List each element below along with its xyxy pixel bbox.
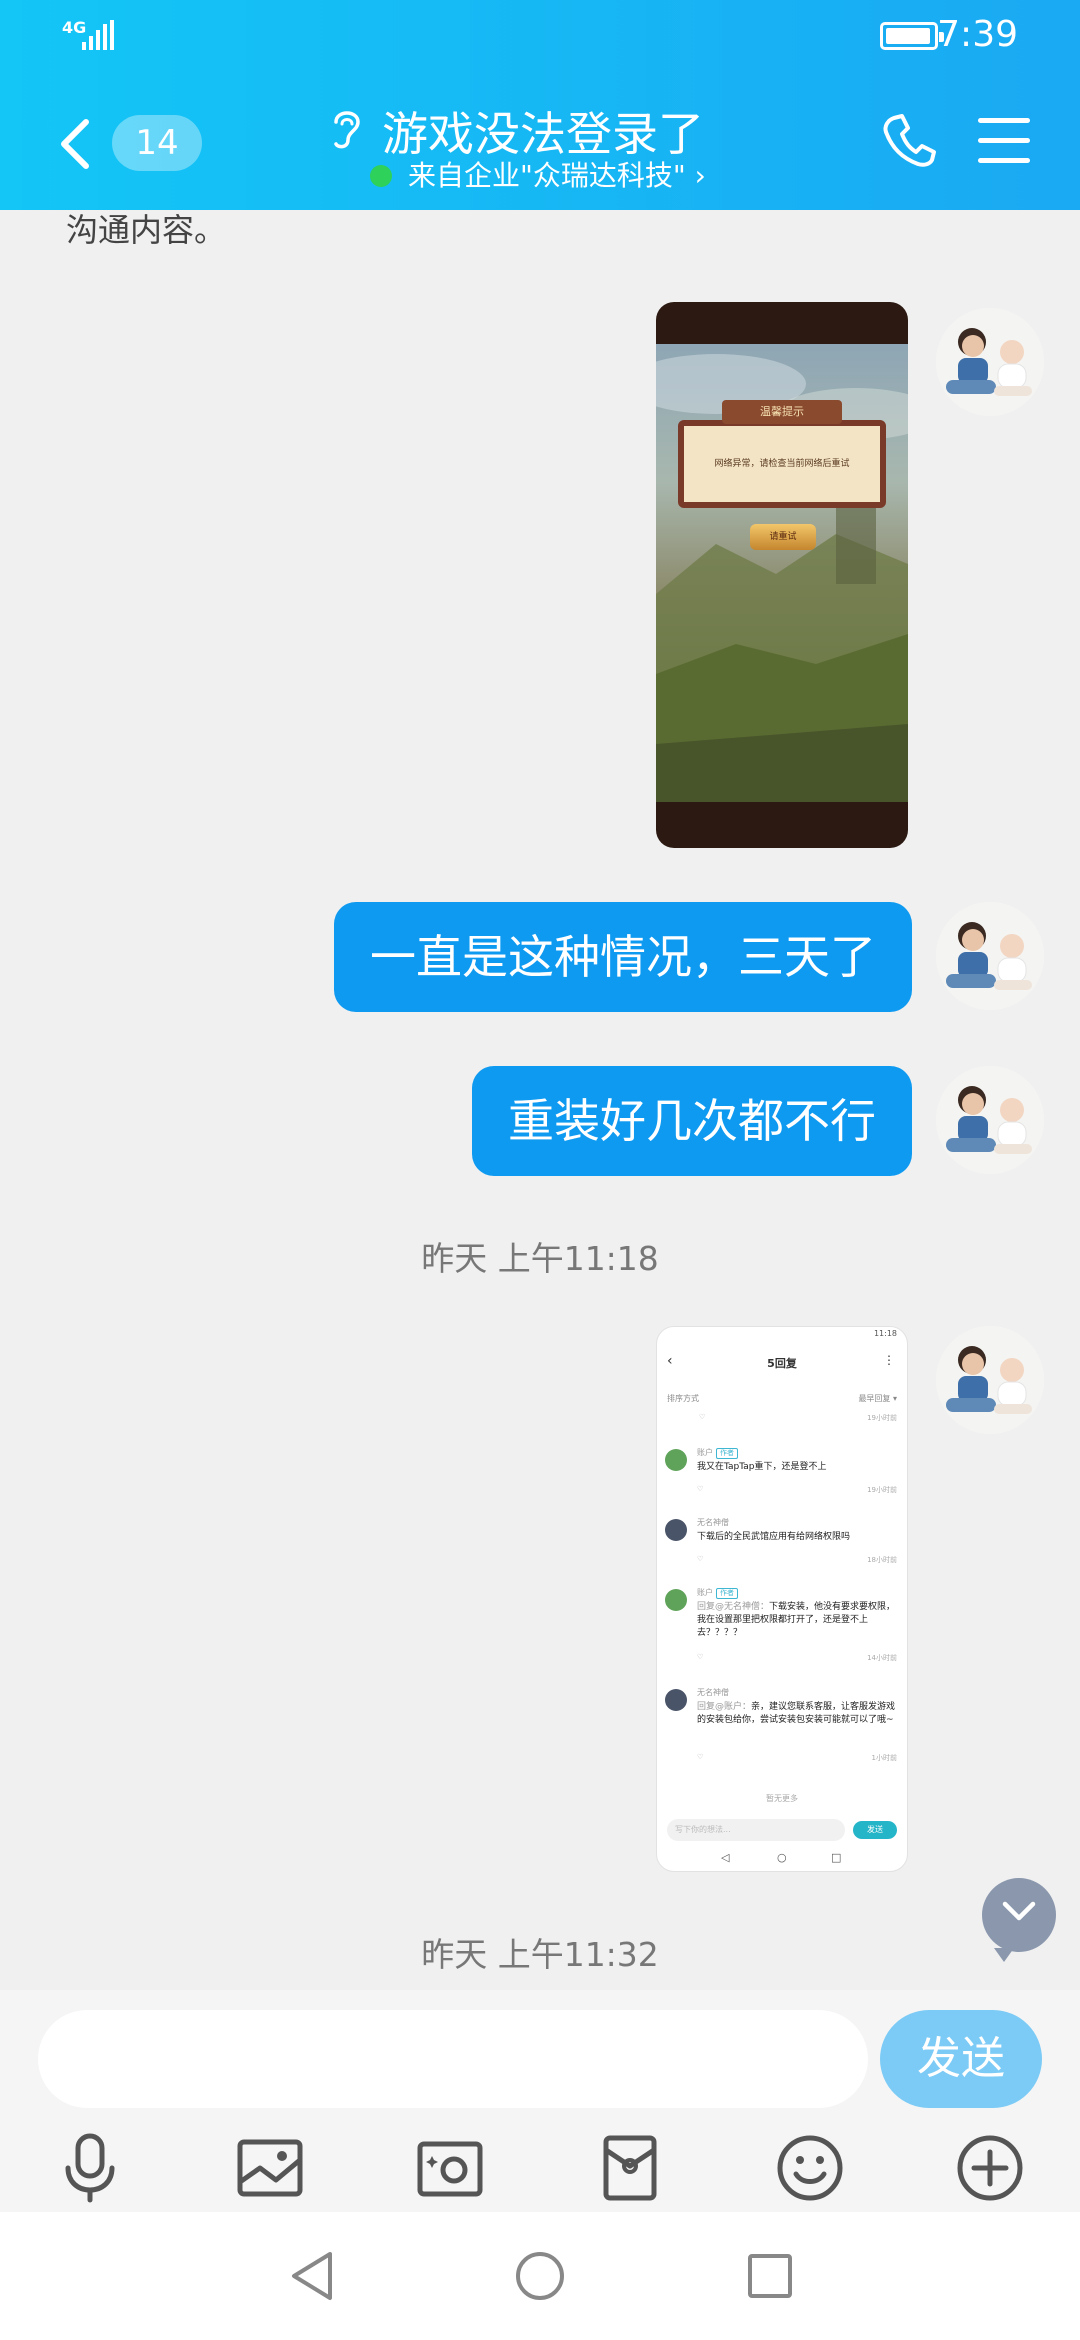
forum-comment: 账户 作者 回复@无名神僧：下载安装，他没有要求要权限，我在设置那里把权限都打开了…	[665, 1587, 897, 1679]
camera-icon[interactable]	[412, 2130, 488, 2206]
chat-header: 4G 7:39 14 游戏没法登录了 来自企业"众瑞达科技" ›	[0, 0, 1080, 210]
forum-meta-row: ♡ 1小时前	[697, 1753, 897, 1762]
avatar-photo	[936, 308, 1044, 416]
game-dialog-box: 网络异常，请检查当前网络后重试	[678, 420, 886, 508]
back-icon[interactable]	[58, 118, 92, 170]
forum-home-nav-icon: ○	[777, 1851, 787, 1864]
forum-comment-author: 无名神僧	[697, 1688, 729, 1697]
chat-subtitle[interactable]: 来自企业"众瑞达科技" ›	[370, 154, 706, 194]
forum-sort-label: 排序方式	[667, 1394, 699, 1403]
forum-like-icon: ♡	[699, 1413, 706, 1421]
avatar[interactable]	[936, 1326, 1044, 1434]
message-bubble[interactable]: 一直是这种情况，三天了	[334, 902, 912, 1012]
forum-sort-row: 排序方式 最早回复 ▾	[667, 1393, 897, 1404]
forum-recent-nav-icon: □	[831, 1851, 842, 1864]
message-timestamp: 昨天 上午11:32	[421, 1935, 659, 1974]
menu-icon[interactable]	[978, 118, 1030, 164]
forum-comment-input: 写下你的想法...	[667, 1819, 845, 1841]
online-status-dot	[370, 165, 392, 187]
forum-meta-row: ♡ 14小时前	[697, 1653, 897, 1662]
game-retry-button: 请重试	[750, 524, 816, 550]
avatar-photo	[936, 1066, 1044, 1174]
forum-meta-row: ♡ 19小时前	[699, 1413, 897, 1422]
message-input-bar: 发送	[0, 1990, 1080, 2212]
message-input[interactable]	[38, 2010, 868, 2108]
avatar-photo	[936, 1326, 1044, 1434]
nav-recent-apps-icon[interactable]	[742, 2248, 798, 2304]
plus-icon[interactable]	[952, 2130, 1028, 2206]
forum-comment: 无名神僧 下载后的全民武馆应用有给网络权限吗 ♡ 18小时前	[665, 1517, 897, 1577]
forum-comment-author: 账户 作者	[697, 1587, 738, 1599]
avatar[interactable]	[936, 902, 1044, 1010]
forum-avatar	[665, 1589, 687, 1611]
forum-comment-author: 账户 作者	[697, 1447, 738, 1459]
forum-more-icon: ⋮	[883, 1353, 895, 1367]
forum-meta-row: ♡ 19小时前	[697, 1485, 897, 1494]
forum-back-nav-icon: ◁	[721, 1851, 730, 1864]
battery-icon	[880, 22, 944, 50]
forum-top-bar: ‹ 5回复 ⋮	[657, 1349, 907, 1379]
ear-icon[interactable]	[328, 104, 364, 152]
forum-comment-time: 19小时前	[867, 1414, 897, 1422]
emoji-icon[interactable]	[772, 2130, 848, 2206]
forum-no-more-label: 暂无更多	[766, 1794, 798, 1803]
nav-back-icon[interactable]	[284, 2248, 340, 2304]
phone-call-icon[interactable]	[882, 112, 938, 168]
unread-count-badge[interactable]: 14	[112, 115, 202, 171]
forum-comment-text: 回复@账户：亲，建议您联系客服，让客服发游戏的安装包给你，尝试安装包安装可能就可…	[697, 1702, 896, 1725]
forum-avatar	[665, 1449, 687, 1471]
avatar-photo	[936, 902, 1044, 1010]
forum-status-time: 11:18	[873, 1329, 897, 1338]
chevron-down-icon	[1002, 1901, 1036, 1921]
image-icon[interactable]	[232, 2130, 308, 2206]
message-list[interactable]: 沟通内容。 网络异常，请检查当前网络后重试 温馨提示 请重试 一直是这种情况，三…	[0, 210, 1080, 1990]
signal-icon	[82, 20, 114, 50]
avatar[interactable]	[936, 308, 1044, 416]
game-dialog-message: 网络异常，请检查当前网络后重试	[714, 459, 850, 469]
forum-avatar	[665, 1689, 687, 1711]
nav-home-icon[interactable]	[512, 2248, 568, 2304]
forum-comment-text: 下载后的全民武馆应用有给网络权限吗	[697, 1532, 851, 1542]
avatar[interactable]	[936, 1066, 1044, 1174]
send-button[interactable]: 发送	[880, 2010, 1042, 2108]
forum-avatar	[665, 1519, 687, 1541]
forum-sort-value: 最早回复 ▾	[858, 1394, 897, 1403]
forum-comment-text: 我又在TapTap重下，还是登不上	[697, 1462, 827, 1472]
game-dialog-title: 温馨提示	[722, 400, 842, 424]
forum-send-button: 发送	[853, 1821, 897, 1839]
clock: 7:39	[937, 14, 1018, 55]
message-text-partial: 沟通内容。	[66, 211, 227, 249]
forum-comment-text: 回复@无名神僧：下载安装，他没有要求要权限，我在设置那里把权限都打开了，还是登不…	[697, 1602, 896, 1638]
forum-title: 5回复	[767, 1357, 797, 1370]
image-message-game-screenshot[interactable]: 网络异常，请检查当前网络后重试 温馨提示 请重试	[656, 302, 908, 848]
forum-meta-row: ♡ 18小时前	[697, 1555, 897, 1564]
message-bubble[interactable]: 重装好几次都不行	[472, 1066, 912, 1176]
red-packet-icon[interactable]	[592, 2130, 668, 2206]
forum-status-bar: 11:18	[667, 1329, 897, 1341]
scroll-to-bottom-button[interactable]	[982, 1878, 1056, 1962]
forum-comment-author: 无名神僧	[697, 1518, 729, 1527]
system-navigation-bar	[0, 2212, 1080, 2340]
image-message-forum-screenshot[interactable]: 11:18 ‹ 5回复 ⋮ 排序方式 最早回复 ▾ ♡ 19小时前 账户 作者 我…	[656, 1326, 908, 1872]
status-bar: 4G 7:39	[0, 0, 1080, 72]
forum-system-nav: ◁ ○ □	[657, 1851, 907, 1869]
forum-comment: 账户 作者 我又在TapTap重下，还是登不上 ♡ 19小时前	[665, 1447, 897, 1507]
enterprise-source-label: 来自企业"众瑞达科技" ›	[408, 159, 706, 192]
forum-comment: 无名神僧 回复@账户：亲，建议您联系客服，让客服发游戏的安装包给你，尝试安装包安…	[665, 1687, 897, 1779]
message-timestamp: 昨天 上午11:18	[421, 1239, 659, 1278]
microphone-icon[interactable]	[52, 2130, 128, 2206]
